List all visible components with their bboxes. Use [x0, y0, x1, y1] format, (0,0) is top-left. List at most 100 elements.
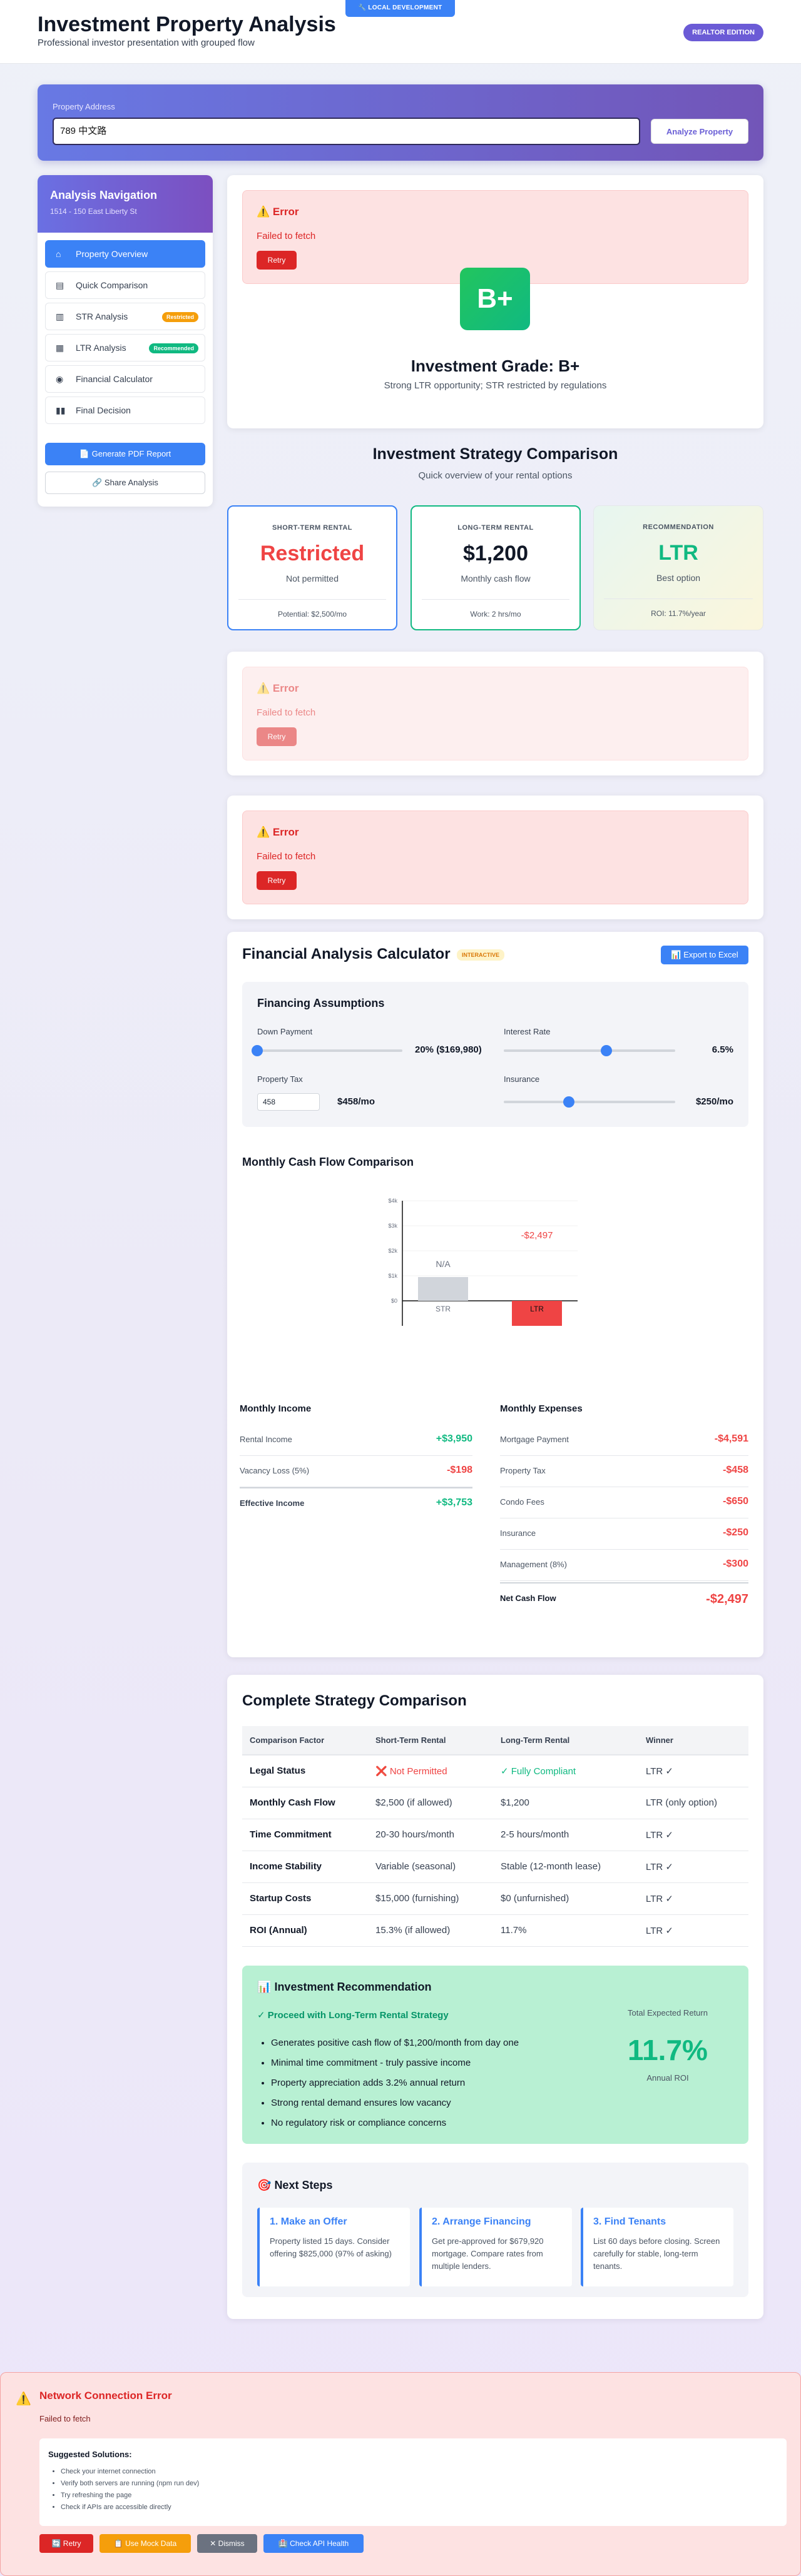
- table-cell: Time Commitment: [242, 1819, 368, 1851]
- retry-button[interactable]: Retry: [257, 251, 297, 270]
- error-title-text: Error: [272, 682, 299, 694]
- error-title: ⚠️ Error: [257, 206, 298, 218]
- row-label: Vacancy Loss (5%): [240, 1466, 310, 1475]
- strategy-subtitle: Quick overview of your rental options: [418, 470, 573, 481]
- error-message: Failed to fetch: [257, 231, 316, 241]
- total-return-label: Total Expected Return: [628, 2008, 708, 2018]
- share-analysis-button[interactable]: 🔗 Share Analysis: [45, 472, 205, 494]
- expense-row: Mortgage Payment -$4,591: [500, 1425, 748, 1456]
- recommendation-strategy-card: RECOMMENDATION LTR Best option ROI: 11.7…: [593, 505, 763, 630]
- pdf-button-label: Generate PDF Report: [91, 449, 171, 458]
- row-label: Rental Income: [240, 1435, 292, 1444]
- share-button-label: Share Analysis: [104, 478, 158, 487]
- column-header: Winner: [638, 1726, 748, 1755]
- recommendation-item: No regulatory risk or compliance concern…: [271, 2113, 519, 2133]
- sidebar-item-final-decision[interactable]: ▮▮ Final Decision: [45, 397, 205, 424]
- card-desc: Monthly cash flow: [461, 573, 531, 583]
- sidebar-item-financial-calculator[interactable]: ◉ Financial Calculator: [45, 365, 205, 393]
- slider-handle[interactable]: [601, 1045, 613, 1056]
- card-value: $1,200: [463, 542, 528, 565]
- step-desc: Get pre-approved for $679,920 mortgage. …: [432, 2236, 544, 2271]
- recommended-badge: Recommended: [149, 343, 198, 353]
- table-cell: Monthly Cash Flow: [242, 1787, 368, 1819]
- calculator-title: Financial Analysis Calculator: [242, 946, 451, 962]
- slider-handle[interactable]: [563, 1096, 575, 1108]
- address-input[interactable]: 789 中文路: [53, 118, 640, 145]
- y-tick-label: $2k: [388, 1248, 397, 1254]
- sidebar-item-quick-comparison[interactable]: ▤ Quick Comparison: [45, 271, 205, 299]
- table-row: ROI (Annual) 15.3% (if allowed) 11.7% LTR ✓: [242, 1914, 748, 1947]
- target-icon: 🎯: [257, 2179, 272, 2191]
- bar-chart-icon: ▥: [56, 311, 64, 321]
- suggestions-title: Suggested Solutions:: [48, 2450, 132, 2459]
- table-row: Income Stability Variable (seasonal) Stabl…: [242, 1851, 748, 1883]
- warning-icon: ⚠️: [16, 2392, 31, 2406]
- property-tax-value: $458/mo: [337, 1096, 375, 1107]
- sidebar-item-str-analysis[interactable]: ▥ STR Analysis Restricted: [45, 303, 205, 330]
- row-label: Net Cash Flow: [500, 1594, 556, 1603]
- row-value: +$3,753: [436, 1497, 472, 1508]
- proceed-text: ✓ Proceed with Long-Term Rental Strategy: [257, 2010, 449, 2021]
- warning-icon: ⚠️: [257, 826, 270, 838]
- export-excel-button[interactable]: 📊 Export to Excel: [661, 946, 748, 964]
- suggestions-list: Check your internet connectionVerify bot…: [61, 2466, 199, 2513]
- error-message: Failed to fetch: [257, 707, 316, 718]
- retry-button[interactable]: Retry: [257, 871, 297, 890]
- sidebar-item-property-overview[interactable]: ⌂ Property Overview: [45, 240, 205, 268]
- column-header: Long-Term Rental: [493, 1726, 638, 1755]
- retry-button[interactable]: 🔄 Retry: [39, 2534, 93, 2553]
- building-icon: ▦: [56, 343, 64, 353]
- sidebar-item-ltr-analysis[interactable]: ▦ LTR Analysis Recommended: [45, 334, 205, 361]
- y-tick-label: $4k: [388, 1198, 397, 1204]
- down-payment-value: 20% ($169,980): [415, 1044, 482, 1055]
- analysis-navigation: Analysis Navigation 1514 - 150 East Libe…: [38, 175, 213, 507]
- y-tick-label: $1k: [388, 1273, 397, 1279]
- table-header-row: Comparison Factor Short-Term Rental Long…: [242, 1726, 748, 1755]
- table-cell: Legal Status: [242, 1755, 368, 1787]
- table-cell: ROI (Annual): [242, 1914, 368, 1947]
- row-label: Property Tax: [500, 1466, 546, 1475]
- insurance-label: Insurance: [504, 1074, 540, 1084]
- recommendation-item: Minimal time commitment - truly passive …: [271, 2053, 519, 2073]
- cash-flow-chart: $4k $3k $2k $1k $0 N/A STR -$2,497 LTR: [388, 1198, 578, 1326]
- grade-title: Investment Grade: B+: [411, 356, 580, 375]
- error-alert: ⚠️ Error Failed to fetch Retry: [242, 667, 748, 760]
- page-subtitle: Professional investor presentation with …: [38, 38, 255, 48]
- property-tax-input[interactable]: 458: [257, 1093, 320, 1111]
- row-value: +$3,950: [436, 1433, 472, 1444]
- step-card: 2. Arrange Financing Get pre-approved fo…: [419, 2208, 572, 2286]
- interest-rate-slider[interactable]: [504, 1045, 675, 1056]
- financing-assumptions: Financing Assumptions Down Payment 20% (…: [242, 982, 748, 1127]
- card-desc: Best option: [656, 573, 701, 583]
- table-cell: 20-30 hours/month: [368, 1819, 493, 1851]
- down-payment-slider[interactable]: [252, 1045, 402, 1056]
- card-footer: Work: 2 hrs/mo: [422, 599, 569, 619]
- address-panel: Property Address 789 中文路 Analyze Propert…: [38, 84, 763, 161]
- row-label: Effective Income: [240, 1498, 305, 1508]
- use-mock-data-button[interactable]: 📋 Use Mock Data: [99, 2534, 191, 2553]
- insurance-value: $250/mo: [695, 1096, 733, 1107]
- generate-pdf-button[interactable]: 📄 Generate PDF Report: [45, 443, 205, 465]
- dismiss-button[interactable]: ✕ Dismiss: [197, 2534, 257, 2553]
- table-cell: $2,500 (if allowed): [368, 1787, 493, 1819]
- income-title: Monthly Income: [240, 1403, 312, 1414]
- retry-button[interactable]: Retry: [257, 727, 297, 746]
- effective-income-row: Effective Income +$3,753: [240, 1487, 472, 1518]
- row-label: Mortgage Payment: [500, 1435, 569, 1444]
- interest-rate-label: Interest Rate: [504, 1027, 551, 1036]
- card-desc: Not permitted: [285, 573, 339, 583]
- step-card: 1. Make an Offer Property listed 15 days…: [257, 2208, 410, 2286]
- financial-calculator-card: Financial Analysis Calculator INTERACTIV…: [227, 932, 763, 1657]
- slider-handle[interactable]: [252, 1045, 263, 1056]
- row-value: -$198: [447, 1465, 472, 1475]
- card-header: RECOMMENDATION: [643, 523, 714, 531]
- insurance-slider[interactable]: [504, 1096, 675, 1108]
- ltr-strategy-card: LONG-TERM RENTAL $1,200 Monthly cash flo…: [411, 505, 581, 630]
- analyze-button[interactable]: Analyze Property: [651, 119, 748, 144]
- step-card: 3. Find Tenants List 60 days before clos…: [581, 2208, 733, 2286]
- income-row: Vacancy Loss (5%) -$198: [240, 1456, 472, 1487]
- check-api-health-button[interactable]: 🏥 Check API Health: [263, 2534, 364, 2553]
- table-row: Legal Status ❌ Not Permitted ✓ Fully Compl…: [242, 1755, 748, 1787]
- error-message: Failed to fetch: [257, 851, 316, 862]
- sidebar-item-label: LTR Analysis: [76, 343, 126, 353]
